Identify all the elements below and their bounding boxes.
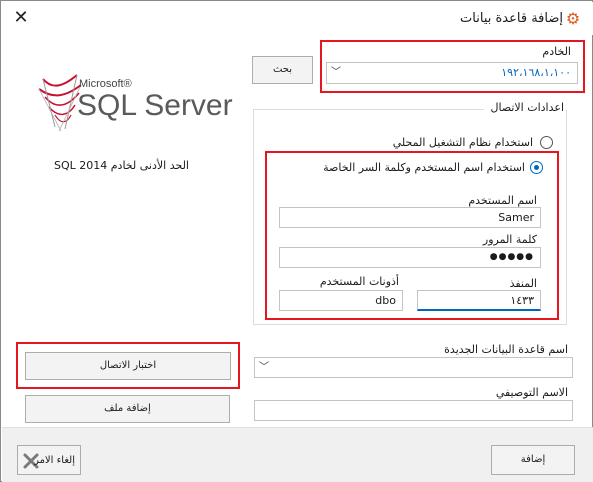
os-auth-option[interactable]: استخدام نظام التشغيل المحلي bbox=[361, 135, 553, 151]
server-label: الخادم bbox=[542, 45, 571, 58]
username-label: اسم المستخدم bbox=[468, 194, 537, 207]
server-select[interactable]: ﹀ ١٩٢،١٦٨،١،١٠٠ bbox=[326, 62, 578, 84]
cancel-label: إلغاء الامر bbox=[34, 455, 75, 466]
port-input[interactable]: ١٤٣٣ bbox=[417, 290, 541, 311]
test-connection-section: اختبار الاتصال bbox=[16, 342, 240, 389]
os-auth-label: استخدام نظام التشغيل المحلي bbox=[392, 136, 533, 149]
password-label: كلمة المرور bbox=[482, 233, 537, 246]
search-button[interactable]: بحث bbox=[252, 56, 313, 84]
sql-auth-radio[interactable] bbox=[530, 161, 543, 174]
dialog-footer: إلغاء الامر إضافة bbox=[2, 427, 593, 482]
logo-product: SQL Server bbox=[77, 89, 233, 122]
os-auth-radio[interactable] bbox=[540, 136, 553, 149]
window-title: إضافة قاعدة بيانات bbox=[460, 11, 563, 26]
new-database-label: اسم قاعدة البيانات الجديدة bbox=[444, 343, 568, 356]
description-input[interactable] bbox=[254, 400, 573, 421]
server-section: الخادم ﹀ ١٩٢،١٦٨،١،١٠٠ bbox=[320, 40, 585, 93]
gear-icon: ⚙ bbox=[565, 9, 581, 28]
port-label: المنفذ bbox=[509, 277, 537, 290]
add-file-button[interactable]: إضافة ملف bbox=[25, 395, 230, 423]
chevron-down-icon: ﹀ bbox=[331, 67, 341, 78]
add-database-dialog: ⚙ إضافة قاعدة بيانات ✕ Microsoft® SQL Se… bbox=[0, 0, 593, 482]
title-bar: ⚙ إضافة قاعدة بيانات ✕ bbox=[2, 2, 593, 35]
group-top-border bbox=[254, 109, 484, 110]
close-button[interactable]: ✕ bbox=[12, 9, 30, 27]
username-input[interactable]: Samer bbox=[279, 207, 541, 228]
password-input[interactable]: ●●●●● bbox=[279, 247, 541, 268]
server-value: ١٩٢،١٦٨،١،١٠٠ bbox=[501, 66, 571, 79]
cancel-button[interactable]: إلغاء الامر bbox=[17, 445, 81, 475]
schema-input[interactable]: dbo bbox=[279, 290, 403, 311]
chevron-down-icon: ﹀ bbox=[259, 362, 269, 373]
minimum-version-note: الحد الأدنى لخادم SQL 2014 bbox=[53, 159, 189, 172]
sql-auth-label[interactable]: استخدام اسم المستخدم وكلمة السر الخاصة bbox=[323, 161, 525, 174]
sql-server-logo: Microsoft® SQL Server bbox=[25, 67, 233, 137]
add-button[interactable]: إضافة bbox=[491, 445, 575, 475]
test-connection-button[interactable]: اختبار الاتصال bbox=[25, 352, 231, 380]
description-label: الاسم التوصيفي bbox=[495, 386, 568, 399]
schema-label: أذونات المستخدم bbox=[319, 275, 399, 288]
new-database-select[interactable]: ﹀ bbox=[254, 357, 573, 378]
sql-auth-section: استخدام اسم المستخدم وكلمة السر الخاصة ا… bbox=[265, 151, 559, 320]
